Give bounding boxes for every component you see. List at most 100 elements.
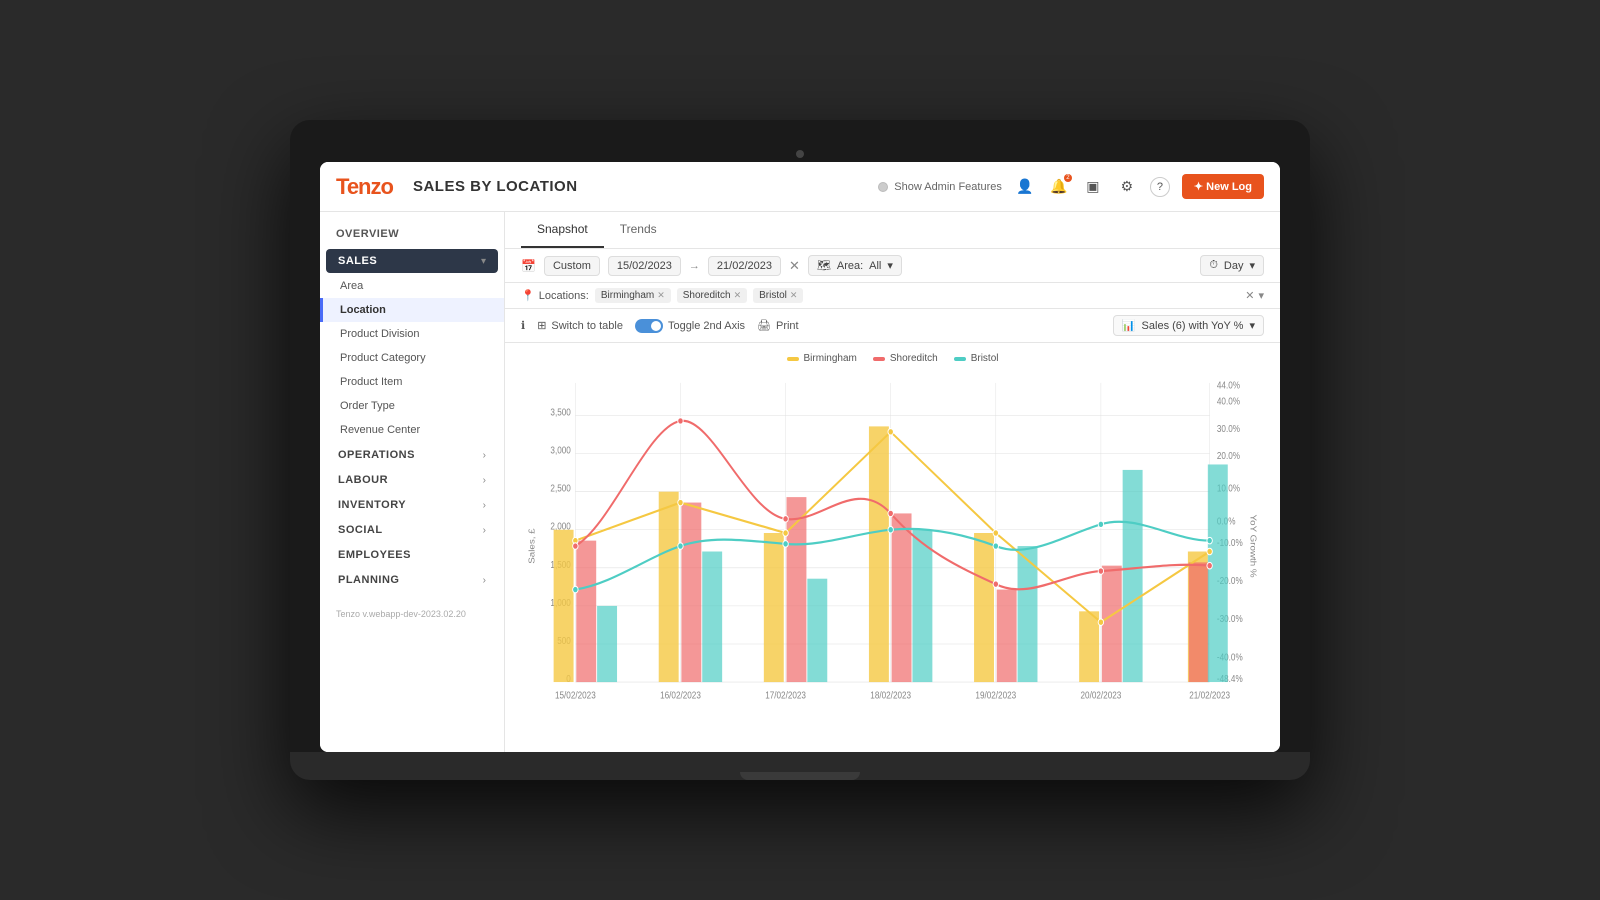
chevron-right-icon: ›	[483, 450, 486, 461]
dot-shoreditch-18	[888, 510, 893, 517]
admin-toggle-label: Show Admin Features	[894, 181, 1002, 193]
bell-icon[interactable]: 🔔 2	[1048, 176, 1070, 198]
sidebar-sales-label: SALES	[338, 255, 377, 267]
print-button[interactable]: 🖨 Print	[757, 319, 799, 332]
settings-icon[interactable]: ⚙	[1116, 176, 1138, 198]
arrow-right-icon: →	[689, 260, 700, 272]
svg-text:21/02/2023: 21/02/2023	[1189, 690, 1230, 701]
sidebar-version: Tenzo v.webapp-dev-2023.02.20	[320, 593, 504, 635]
sidebar-social-label: SOCIAL	[338, 524, 383, 536]
tab-snapshot[interactable]: Snapshot	[521, 212, 604, 248]
date-to-filter[interactable]: 21/02/2023	[708, 256, 781, 276]
svg-text:17/02/2023: 17/02/2023	[765, 690, 806, 701]
legend-bristol-color	[954, 357, 966, 361]
bar-shoreditch-20	[1102, 566, 1122, 682]
svg-text:30.0%: 30.0%	[1217, 423, 1240, 434]
dot-shoreditch-16	[678, 418, 683, 425]
clear-locations-icon[interactable]: ✕	[1245, 289, 1254, 302]
switch-to-table-button[interactable]: ⊞ Switch to table	[537, 319, 623, 332]
area-icon: 🗺	[817, 259, 831, 272]
sidebar-inventory-label: INVENTORY	[338, 499, 406, 511]
sidebar-item-area[interactable]: Area	[320, 274, 504, 298]
date-from-filter[interactable]: 15/02/2023	[608, 256, 681, 276]
svg-text:2,500: 2,500	[550, 483, 570, 494]
dot-birmingham-16	[678, 499, 683, 506]
svg-text:3,000: 3,000	[550, 445, 570, 456]
chart-icon: 📊	[1122, 319, 1136, 332]
sidebar-section-inventory[interactable]: INVENTORY ›	[326, 493, 498, 517]
sidebar-employees-label: EMPLOYEES	[338, 549, 411, 561]
switch-table-label: Switch to table	[551, 320, 623, 332]
clear-date-button[interactable]: ✕	[789, 258, 800, 274]
date-from-value: 15/02/2023	[617, 260, 672, 272]
sidebar-section-labour[interactable]: LABOUR ›	[326, 468, 498, 492]
sales-metric-label: Sales (6) with YoY %	[1142, 320, 1244, 332]
sales-metric-dropdown[interactable]: 📊 Sales (6) with YoY % ▾	[1113, 315, 1264, 336]
sidebar-section-sales[interactable]: SALES ▾	[326, 249, 498, 273]
date-to-value: 21/02/2023	[717, 260, 772, 272]
expand-locations-icon[interactable]: ▾	[1258, 289, 1264, 302]
dot-bristol-18	[888, 526, 893, 533]
dot-birmingham-17	[783, 530, 788, 537]
legend-birmingham-label: Birmingham	[804, 353, 857, 364]
chevron-right-icon: ›	[483, 475, 486, 486]
sidebar-labour-label: LABOUR	[338, 474, 388, 486]
sidebar: OVERVIEW SALES ▾ Area Location Product D…	[320, 212, 505, 752]
bar-shoreditch-16	[681, 503, 701, 682]
svg-text:19/02/2023: 19/02/2023	[975, 690, 1016, 701]
content-area: Snapshot Trends 📅 Custom 15/02/2023 →	[505, 212, 1280, 752]
svg-text:40.0%: 40.0%	[1217, 396, 1240, 407]
date-preset-label: Custom	[553, 260, 591, 272]
sidebar-item-revenue-center[interactable]: Revenue Center	[320, 418, 504, 442]
legend-birmingham: Birmingham	[787, 353, 857, 364]
dot-bristol-19	[993, 543, 998, 550]
legend-bristol: Bristol	[954, 353, 999, 364]
remove-shoreditch-icon[interactable]: ✕	[734, 290, 742, 301]
bar-birmingham-19	[974, 533, 994, 682]
toggle-2nd-axis-control[interactable]: Toggle 2nd Axis	[635, 319, 745, 333]
locations-right-controls[interactable]: ✕ ▾	[1245, 289, 1264, 302]
granularity-filter[interactable]: ⏱ Day ▾	[1200, 255, 1264, 276]
tab-trends[interactable]: Trends	[604, 212, 673, 248]
sidebar-item-location[interactable]: Location	[320, 298, 504, 322]
help-icon[interactable]: ?	[1150, 177, 1170, 197]
dot-bristol-21	[1207, 537, 1212, 544]
toggle-2nd-axis-label: Toggle 2nd Axis	[668, 320, 745, 332]
svg-text:20/02/2023: 20/02/2023	[1081, 690, 1122, 701]
dot-birmingham-20	[1098, 619, 1103, 626]
sidebar-item-product-category[interactable]: Product Category	[320, 346, 504, 370]
toggle-switch[interactable]	[635, 319, 663, 333]
area-filter[interactable]: 🗺 Area: All ▾	[808, 255, 902, 276]
bar-birmingham-15	[554, 530, 574, 682]
sidebar-section-operations[interactable]: OPERATIONS ›	[326, 443, 498, 467]
print-label: Print	[776, 320, 799, 332]
sidebar-item-product-item[interactable]: Product Item	[320, 370, 504, 394]
tablet-icon[interactable]: ▣	[1082, 176, 1104, 198]
user-icon[interactable]: 👤	[1014, 176, 1036, 198]
sidebar-section-employees[interactable]: EMPLOYEES	[326, 543, 498, 567]
app-logo: Tenzo	[336, 174, 393, 200]
date-preset-filter[interactable]: Custom	[544, 256, 600, 276]
sidebar-section-social[interactable]: SOCIAL ›	[326, 518, 498, 542]
chart-svg: 0 500 1,000 1,500 2,000 2,500 3,000 3,50…	[521, 372, 1264, 731]
notification-badge: 2	[1064, 174, 1072, 182]
svg-text:YoY Growth %: YoY Growth %	[1249, 515, 1258, 578]
sidebar-section-planning[interactable]: PLANNING ›	[326, 568, 498, 592]
svg-text:3,500: 3,500	[550, 407, 570, 418]
location-chip-bristol[interactable]: Bristol ✕	[753, 288, 803, 303]
sidebar-overview-label: OVERVIEW	[320, 220, 504, 248]
legend-shoreditch-color	[873, 357, 885, 361]
legend-bristol-label: Bristol	[971, 353, 999, 364]
location-chip-birmingham[interactable]: Birmingham ✕	[595, 288, 671, 303]
svg-text:15/02/2023: 15/02/2023	[555, 690, 596, 701]
info-button[interactable]: ℹ	[521, 319, 525, 332]
new-log-button[interactable]: ✦ New Log	[1182, 174, 1264, 199]
sidebar-item-product-division[interactable]: Product Division	[320, 322, 504, 346]
admin-toggle[interactable]: Show Admin Features	[878, 181, 1002, 193]
svg-text:20.0%: 20.0%	[1217, 450, 1240, 461]
location-chip-shoreditch[interactable]: Shoreditch ✕	[677, 288, 747, 303]
page-title: SALES BY LOCATION	[413, 178, 578, 195]
remove-bristol-icon[interactable]: ✕	[790, 290, 798, 301]
sidebar-item-order-type[interactable]: Order Type	[320, 394, 504, 418]
remove-birmingham-icon[interactable]: ✕	[657, 290, 665, 301]
